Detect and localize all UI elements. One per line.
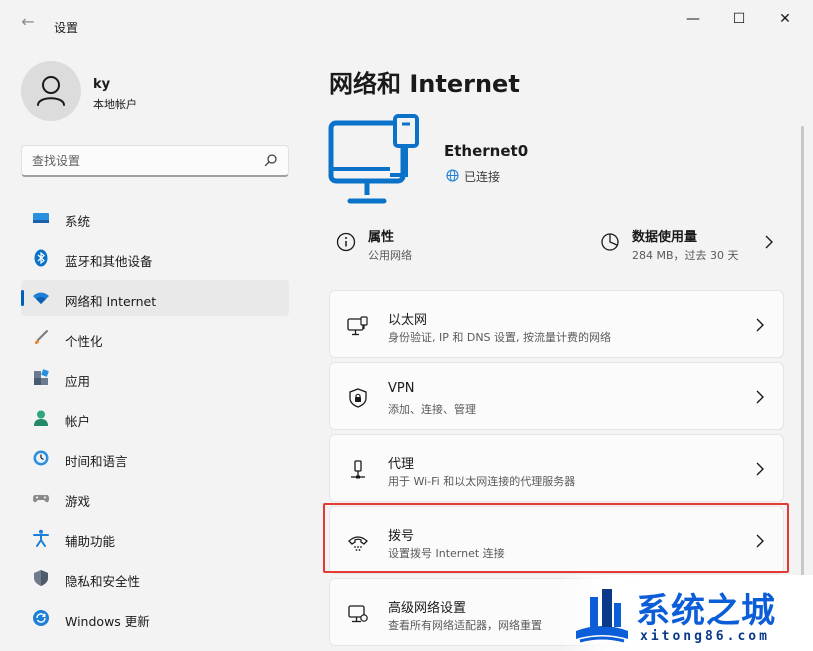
account-type: 本地帐户 (93, 98, 137, 111)
card-proxy[interactable]: 代理 用于 Wi-Fi 和以太网连接的代理服务器 (329, 434, 784, 502)
sidebar-item-time-language[interactable]: 时间和语言 (21, 440, 289, 476)
info-icon (336, 232, 356, 252)
properties-link[interactable]: 属性 公用网络 (336, 222, 536, 270)
sidebar-item-label: 应用 (65, 374, 91, 389)
card-title: 拨号 (388, 529, 415, 544)
title-bar: ← 设置 — ☐ ✕ (0, 0, 813, 42)
gamepad-icon (33, 495, 49, 503)
card-dialup[interactable]: 拨号 设置拨号 Internet 连接 (329, 506, 784, 574)
ethernet-monitor-icon (328, 114, 419, 204)
card-vpn[interactable]: VPN 添加、连接、管理 (329, 362, 784, 430)
sidebar-item-system[interactable]: 系统 (21, 200, 289, 236)
shield-icon (34, 570, 48, 586)
chevron-right-icon (756, 318, 764, 332)
sidebar-item-accessibility[interactable]: 辅助功能 (21, 520, 289, 556)
card-title: 以太网 (388, 313, 428, 328)
sidebar-item-label: 网络和 Internet (65, 294, 157, 309)
card-subtitle: 身份验证, IP 和 DNS 设置, 按流量计费的网络 (388, 331, 612, 344)
proxy-icon (351, 460, 365, 479)
sidebar-item-personalization[interactable]: 个性化 (21, 320, 289, 356)
chevron-right-icon (756, 534, 764, 548)
card-ethernet[interactable]: 以太网 身份验证, IP 和 DNS 设置, 按流量计费的网络 (329, 290, 784, 358)
brush-icon (35, 330, 48, 344)
active-indicator (21, 290, 24, 306)
update-icon (33, 610, 49, 626)
dialup-icon (348, 536, 368, 551)
accessibility-icon (33, 529, 49, 547)
brand-logo-icon (576, 589, 628, 643)
advanced-network-icon (348, 605, 368, 623)
close-button[interactable]: ✕ (762, 4, 808, 34)
sidebar-item-label: 辅助功能 (65, 534, 116, 549)
adapter-name: Ethernet0 (444, 142, 529, 160)
vpn-shield-icon (349, 388, 367, 408)
sidebar-item-gaming[interactable]: 游戏 (21, 480, 289, 516)
sidebar-item-label: 系统 (65, 214, 91, 229)
sidebar-item-bluetooth[interactable]: 蓝牙和其他设备 (21, 240, 289, 276)
settings-window: ← 设置 — ☐ ✕ ky 本地帐户 系统 蓝牙和其他设备 (0, 0, 813, 651)
sidebar-item-label: 蓝牙和其他设备 (65, 254, 153, 269)
chevron-right-icon (756, 390, 764, 404)
sidebar-item-label: 帐户 (65, 414, 91, 429)
chevron-right-icon (756, 462, 764, 476)
search-box[interactable] (21, 145, 289, 177)
apps-icon (34, 369, 49, 385)
globe-icon (446, 169, 459, 182)
sidebar-item-label: 游戏 (65, 494, 91, 509)
card-subtitle: 添加、连接、管理 (388, 403, 476, 416)
app-title: 设置 (54, 21, 79, 35)
chevron-right-icon[interactable] (762, 232, 776, 252)
card-title: 代理 (388, 457, 415, 472)
card-title: VPN (388, 381, 415, 396)
watermark-url: xitong86.com (640, 629, 770, 644)
card-subtitle: 用于 Wi-Fi 和以太网连接的代理服务器 (388, 475, 576, 488)
person-icon (34, 410, 48, 426)
sidebar-item-accounts[interactable]: 帐户 (21, 400, 289, 436)
search-icon[interactable] (264, 153, 278, 167)
back-button[interactable]: ← (14, 12, 42, 32)
search-input[interactable] (32, 152, 252, 170)
sidebar-item-apps[interactable]: 应用 (21, 360, 289, 396)
maximize-button[interactable]: ☐ (716, 4, 762, 34)
watermark: 系统之城 xitong86.com (558, 575, 813, 651)
person-avatar-icon (37, 76, 65, 106)
wifi-icon (33, 292, 49, 304)
ethernet-icon (347, 316, 368, 336)
sidebar-item-label: Windows 更新 (65, 614, 150, 629)
card-subtitle: 设置拨号 Internet 连接 (388, 547, 505, 560)
avatar[interactable] (21, 61, 81, 121)
scrollbar[interactable] (801, 126, 804, 641)
sidebar-item-windows-update[interactable]: Windows 更新 (21, 600, 289, 636)
display-icon (33, 213, 49, 223)
card-title: 高级网络设置 (388, 601, 467, 616)
sidebar-item-label: 时间和语言 (65, 454, 128, 469)
data-usage-subtitle: 284 MB，过去 30 天 (632, 249, 739, 262)
user-name: ky (93, 77, 111, 92)
watermark-brand: 系统之城 (636, 591, 776, 631)
sidebar-item-label: 隐私和安全性 (65, 574, 141, 589)
card-subtitle: 查看所有网络适配器，网络重置 (388, 619, 542, 632)
page-title: 网络和 Internet (329, 70, 520, 98)
pie-chart-icon (601, 233, 619, 251)
sidebar-item-label: 个性化 (65, 334, 103, 349)
properties-title: 属性 (368, 230, 395, 245)
sidebar-item-network[interactable]: 网络和 Internet (21, 280, 289, 316)
data-usage-link[interactable]: 数据使用量 284 MB，过去 30 天 (600, 222, 770, 270)
minimize-button[interactable]: — (670, 4, 716, 34)
properties-subtitle: 公用网络 (368, 249, 412, 262)
status-text: 已连接 (464, 170, 501, 184)
data-usage-title: 数据使用量 (632, 230, 698, 245)
bluetooth-icon (34, 249, 48, 267)
clock-globe-icon (33, 450, 49, 466)
sidebar-item-privacy[interactable]: 隐私和安全性 (21, 560, 289, 596)
